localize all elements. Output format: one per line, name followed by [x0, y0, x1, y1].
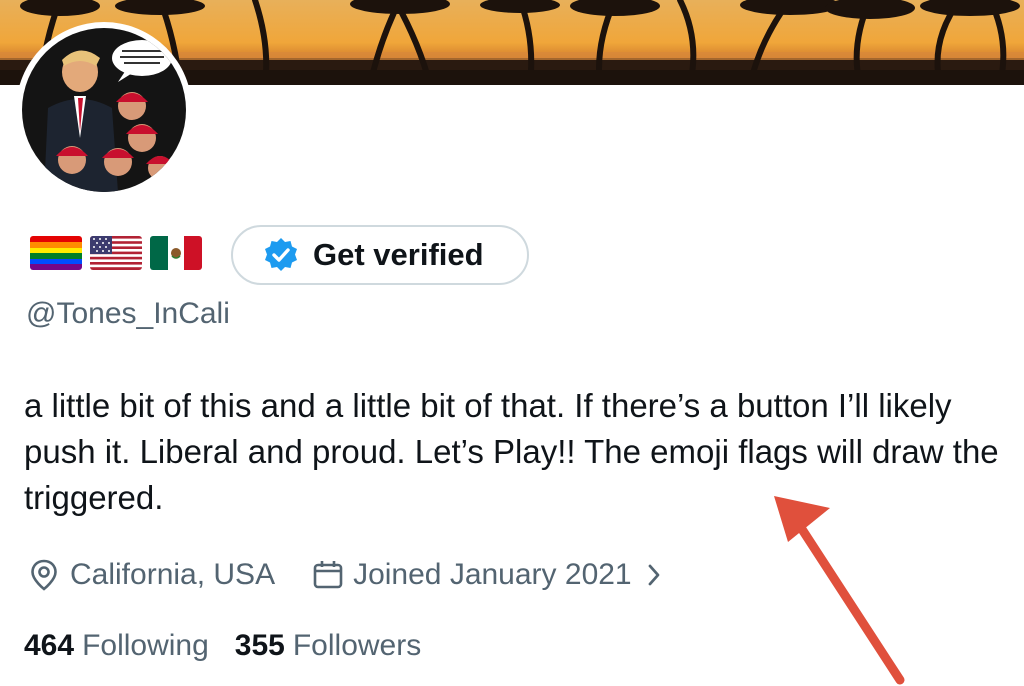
profile-handle: @Tones_InCali: [26, 297, 230, 330]
profile-meta: California, USA Joined January 2021: [26, 557, 662, 593]
following-link[interactable]: 464 Following: [24, 629, 209, 663]
emoji-flags: [30, 236, 202, 270]
followers-count: 355: [234, 629, 285, 662]
followers-link[interactable]: 355 Followers: [235, 629, 421, 663]
annotation-arrow-icon: [760, 480, 920, 686]
rainbow-flag-icon: [30, 236, 82, 270]
location-item: California, USA: [26, 557, 275, 593]
profile-avatar[interactable]: [16, 22, 192, 198]
location-pin-icon: [26, 557, 62, 593]
get-verified-label: Get verified: [313, 237, 484, 272]
verified-badge-icon: [263, 237, 299, 273]
get-verified-button[interactable]: Get verified: [231, 225, 529, 285]
calendar-icon: [311, 558, 345, 592]
profile-stats: 464 Following 355 Followers: [24, 629, 421, 663]
following-label: Following: [82, 629, 209, 662]
joined-text: Joined January 2021: [353, 558, 632, 591]
chevron-right-icon: [646, 563, 662, 587]
followers-label: Followers: [292, 629, 422, 662]
joined-item[interactable]: Joined January 2021: [275, 558, 662, 592]
mexico-flag-icon: [150, 236, 202, 270]
location-text: California, USA: [70, 558, 276, 591]
following-count: 464: [24, 629, 75, 662]
usa-flag-icon: [90, 236, 142, 270]
